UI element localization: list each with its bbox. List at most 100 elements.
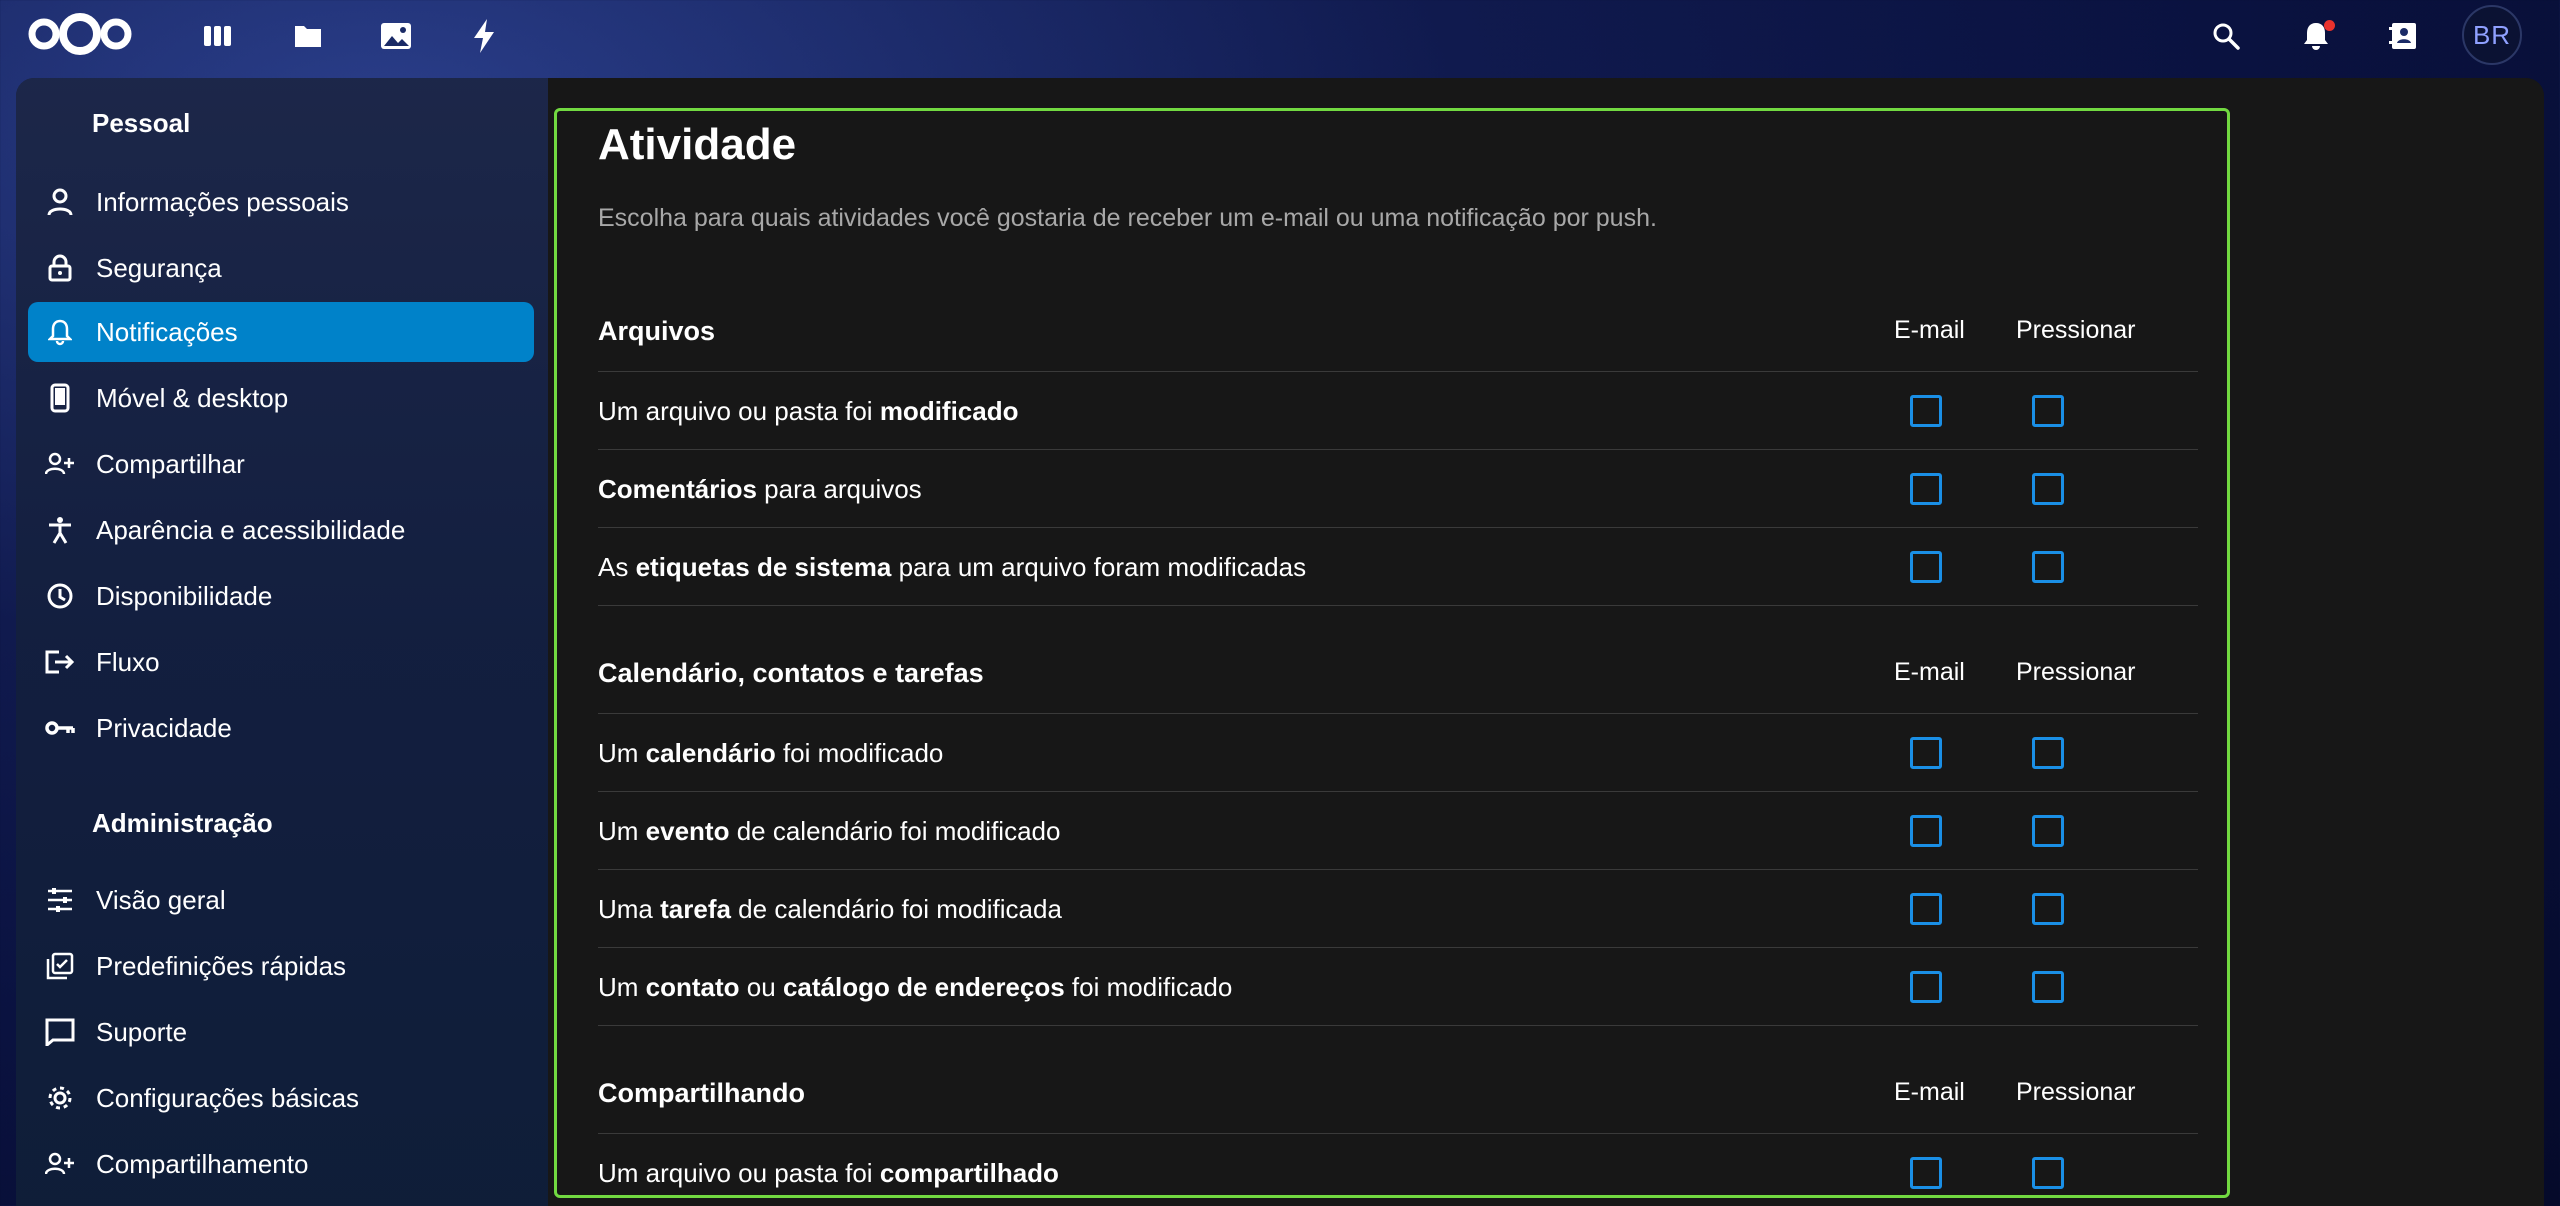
sidebar-item-label: Privacidade xyxy=(96,712,232,743)
email-checkbox[interactable] xyxy=(1910,551,1942,583)
notification-badge xyxy=(2324,20,2335,31)
column-push: Pressionar xyxy=(2016,658,2136,686)
column-email: E-mail xyxy=(1894,1078,1965,1106)
push-checkbox[interactable] xyxy=(2032,893,2064,925)
activity-label: Uma tarefa de calendário foi modificada xyxy=(598,894,1062,924)
activity-row: Um arquivo ou pasta foi modificado xyxy=(598,372,2198,450)
activity-icon[interactable] xyxy=(464,16,504,56)
sidebar-item-label: Notificações xyxy=(96,316,238,347)
files-icon[interactable] xyxy=(288,16,328,56)
lock-icon xyxy=(40,248,80,288)
personal-caption: Pessoal xyxy=(92,108,191,138)
activity-label: Um calendário foi modificado xyxy=(598,738,944,768)
sidebar-item-overview[interactable]: Visão geral xyxy=(28,870,534,930)
push-checkbox[interactable] xyxy=(2032,815,2064,847)
activity-label: Um evento de calendário foi modificado xyxy=(598,816,1061,846)
clock-icon xyxy=(40,576,80,616)
search-icon[interactable] xyxy=(2204,14,2248,58)
key-icon xyxy=(40,708,80,748)
email-checkbox[interactable] xyxy=(1910,815,1942,847)
sidebar-item-label: Móvel & desktop xyxy=(96,382,289,413)
sidebar-item-label: Aparência e acessibilidade xyxy=(96,514,406,545)
email-checkbox[interactable] xyxy=(1910,971,1942,1003)
dashboard-icon[interactable] xyxy=(198,16,238,56)
share-user-icon xyxy=(40,444,80,484)
user-avatar[interactable]: BR xyxy=(2462,5,2522,65)
sidebar-item-label: Visão geral xyxy=(96,884,226,915)
sidebar-item-security[interactable]: Segurança xyxy=(28,238,534,298)
email-checkbox[interactable] xyxy=(1910,1157,1942,1189)
column-email: E-mail xyxy=(1894,658,1965,686)
settings-sidebar: Pessoal Informações pessoais Segurança N… xyxy=(16,78,548,1206)
accessibility-icon xyxy=(40,510,80,550)
contacts-icon[interactable] xyxy=(2382,14,2426,58)
phone-icon xyxy=(40,378,80,418)
sidebar-item-mobile-desktop[interactable]: Móvel & desktop xyxy=(28,368,534,428)
sidebar-item-support[interactable]: Suporte xyxy=(28,1002,534,1062)
activity-row: Um evento de calendário foi modificado xyxy=(598,792,2198,870)
admin-caption: Administração xyxy=(92,808,273,838)
activity-row: As etiquetas de sistema para um arquivo … xyxy=(598,528,2198,606)
page-title: Atividade xyxy=(598,120,797,169)
activity-row: Um calendário foi modificado xyxy=(598,714,2198,792)
sidebar-item-appearance[interactable]: Aparência e acessibilidade xyxy=(28,500,534,560)
push-checkbox[interactable] xyxy=(2032,551,2064,583)
sidebar-item-quick-presets[interactable]: Predefinições rápidas xyxy=(28,936,534,996)
push-checkbox[interactable] xyxy=(2032,737,2064,769)
bell-icon xyxy=(40,312,80,352)
sidebar-item-label: Compartilhamento xyxy=(96,1148,309,1179)
share-user-icon xyxy=(40,1144,80,1184)
activity-label: Comentários para arquivos xyxy=(598,474,922,504)
flow-icon xyxy=(40,642,80,682)
group-title: Calendário, contatos e tarefas xyxy=(598,658,984,688)
activity-row: Uma tarefa de calendário foi modificada xyxy=(598,870,2198,948)
push-checkbox[interactable] xyxy=(2032,473,2064,505)
user-icon xyxy=(40,182,80,222)
column-push: Pressionar xyxy=(2016,1078,2136,1106)
photos-icon[interactable] xyxy=(376,16,416,56)
activity-row: Comentários para arquivos xyxy=(598,450,2198,528)
sidebar-item-label: Configurações básicas xyxy=(96,1082,360,1113)
group-header-sharing: Compartilhando E-mail Pressionar xyxy=(598,1054,2198,1134)
email-checkbox[interactable] xyxy=(1910,473,1942,505)
group-title: Compartilhando xyxy=(598,1078,805,1108)
group-header-calendar: Calendário, contatos e tarefas E-mail Pr… xyxy=(598,634,2198,714)
sidebar-item-notifications[interactable]: Notificações xyxy=(28,302,534,362)
top-bar: BR xyxy=(0,0,2560,72)
activity-row: Um arquivo ou pasta foi compartilhado xyxy=(598,1134,2198,1206)
sidebar-item-label: Compartilhar xyxy=(96,448,245,479)
activity-label: Um contato ou catálogo de endereços foi … xyxy=(598,972,1233,1002)
sidebar-item-share[interactable]: Compartilhar xyxy=(28,434,534,494)
group-title: Arquivos xyxy=(598,316,716,346)
email-checkbox[interactable] xyxy=(1910,395,1942,427)
activity-row: Um contato ou catálogo de endereços foi … xyxy=(598,948,2198,1026)
sidebar-item-availability[interactable]: Disponibilidade xyxy=(28,566,534,626)
sidebar-item-label: Segurança xyxy=(96,252,222,283)
sidebar-item-label: Suporte xyxy=(96,1016,188,1047)
sidebar-item-flow[interactable]: Fluxo xyxy=(28,632,534,692)
sidebar-item-basic-settings[interactable]: Configurações básicas xyxy=(28,1068,534,1128)
sidebar-item-personal-info[interactable]: Informações pessoais xyxy=(28,172,534,232)
activity-label: Um arquivo ou pasta foi compartilhado xyxy=(598,1158,1059,1188)
push-checkbox[interactable] xyxy=(2032,971,2064,1003)
sidebar-item-label: Disponibilidade xyxy=(96,580,273,611)
sidebar-item-label: Fluxo xyxy=(96,646,160,677)
gear-icon xyxy=(40,1078,80,1118)
column-push: Pressionar xyxy=(2016,316,2136,344)
email-checkbox[interactable] xyxy=(1910,737,1942,769)
activity-label: As etiquetas de sistema para um arquivo … xyxy=(598,552,1307,582)
sidebar-item-label: Predefinições rápidas xyxy=(96,950,347,981)
presets-icon xyxy=(40,946,80,986)
email-checkbox[interactable] xyxy=(1910,893,1942,925)
sidebar-item-privacy[interactable]: Privacidade xyxy=(28,698,534,758)
group-header-files: Arquivos E-mail Pressionar xyxy=(598,292,2198,372)
push-checkbox[interactable] xyxy=(2032,395,2064,427)
activity-label: Um arquivo ou pasta foi modificado xyxy=(598,396,1019,426)
page-subtitle: Escolha para quais atividades você gosta… xyxy=(598,204,1657,232)
push-checkbox[interactable] xyxy=(2032,1157,2064,1189)
sliders-icon xyxy=(40,880,80,920)
column-email: E-mail xyxy=(1894,316,1965,344)
nextcloud-logo[interactable] xyxy=(24,12,136,56)
sidebar-item-sharing[interactable]: Compartilhamento xyxy=(28,1134,534,1194)
sidebar-item-label: Informações pessoais xyxy=(96,186,349,217)
